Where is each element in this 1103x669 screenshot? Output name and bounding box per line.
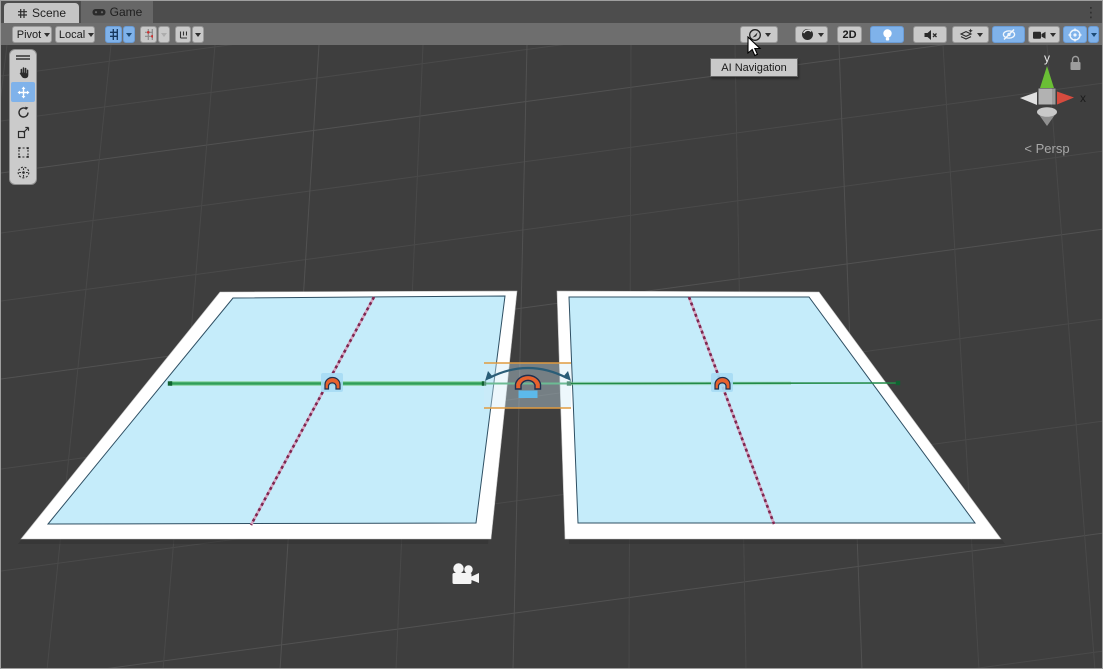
scale-icon [16, 125, 31, 140]
hand-tool-button[interactable] [11, 62, 35, 82]
chevron-down-icon [1091, 33, 1097, 37]
chevron-down-icon [126, 33, 132, 37]
hand-icon [16, 65, 31, 80]
projection-label[interactable]: < Persp [1015, 141, 1079, 156]
more-menu-icon[interactable]: ⋮ [1084, 2, 1096, 22]
grid-icon [109, 28, 118, 41]
view-lock-icon[interactable] [1071, 57, 1081, 71]
grid-visibility-button[interactable] [105, 26, 122, 43]
draw-mode-button[interactable] [795, 26, 828, 43]
gamepad-icon [92, 7, 106, 17]
tab-scene[interactable]: Scene [4, 3, 79, 23]
ruler-icon [179, 29, 187, 41]
scene-render [1, 45, 1102, 668]
tools-overlay[interactable] [9, 49, 37, 185]
chevron-down-icon [765, 33, 771, 37]
axis-y-cone[interactable] [1040, 66, 1054, 88]
gizmo-crosshair-icon [1067, 27, 1083, 43]
court-right[interactable] [557, 291, 1001, 539]
layers-sparkle-icon [959, 28, 974, 42]
tab-game-label: Game [110, 5, 143, 19]
tab-scene-label: Scene [32, 6, 66, 20]
rect-tool-icon [16, 145, 31, 160]
rotate-tool-button[interactable] [11, 102, 35, 122]
width-handle[interactable] [896, 381, 900, 385]
chevron-down-icon [977, 33, 983, 37]
pivot-label: Pivot [17, 29, 41, 41]
grid-visibility-dropdown[interactable] [123, 26, 135, 43]
axis-neg-x-cone[interactable] [1020, 92, 1037, 105]
mouse-cursor-icon [746, 36, 764, 60]
scene-grid-icon [17, 8, 28, 19]
chevron-down-icon [161, 33, 167, 37]
tab-game[interactable]: Game [81, 1, 153, 23]
local-label: Local [59, 29, 85, 41]
axis-x-label: x [1080, 91, 1086, 105]
navmesh-link-selection[interactable] [484, 363, 571, 408]
pivot-mode-button[interactable]: Pivot [12, 26, 52, 43]
video-camera-icon [1032, 28, 1047, 42]
chevron-down-icon [88, 33, 94, 37]
2d-view-button[interactable]: 2D [837, 26, 862, 43]
local-space-button[interactable]: Local [55, 26, 95, 43]
chevron-down-icon [818, 33, 824, 37]
grid-lines [1, 45, 1102, 668]
speaker-muted-icon [923, 28, 938, 42]
gizmo-center-cube [1052, 89, 1056, 105]
rotate-icon [16, 105, 31, 120]
audio-toggle-button[interactable] [913, 26, 947, 43]
grid-snap-button[interactable] [140, 26, 157, 43]
move-tool-button[interactable] [11, 82, 35, 102]
eye-slash-icon [1001, 27, 1017, 42]
chevron-down-icon [1050, 33, 1056, 37]
transform-icon [16, 165, 31, 180]
unity-scene-view-window: Scene Game ⋮ Pivot [0, 0, 1103, 669]
chevron-down-icon [44, 33, 50, 37]
navmesh-link-mini-icon[interactable] [711, 373, 733, 392]
snap-increment-dropdown[interactable] [192, 26, 204, 43]
camera-gizmo-icon[interactable] [453, 563, 480, 584]
scene-visibility-button[interactable] [992, 26, 1025, 43]
camera-settings-button[interactable] [1028, 26, 1060, 43]
gizmos-dropdown[interactable] [1088, 26, 1099, 43]
gizmos-toggle-button[interactable] [1063, 26, 1087, 43]
orientation-gizmo[interactable]: y x [1011, 49, 1095, 141]
grid-snap-icon [144, 28, 153, 41]
court-left[interactable] [21, 291, 517, 539]
snap-increment-button[interactable] [175, 26, 191, 43]
effects-toggle-button[interactable] [952, 26, 989, 43]
navmesh-link-mini-icon[interactable] [321, 373, 343, 392]
width-handle[interactable] [168, 381, 172, 385]
scale-tool-button[interactable] [11, 122, 35, 142]
lighting-toggle-button[interactable] [870, 26, 904, 43]
axis-neg-y-cone [1037, 107, 1057, 117]
shaded-sphere-icon [800, 27, 815, 42]
move-icon [16, 85, 31, 100]
axis-y-label: y [1044, 51, 1050, 65]
overlay-drag-handle-icon[interactable] [16, 55, 30, 60]
tooltip: AI Navigation [710, 58, 798, 77]
2d-label: 2D [842, 29, 856, 41]
light-bulb-icon [881, 28, 894, 42]
chevron-down-icon [195, 33, 201, 37]
axis-x-cone[interactable] [1057, 92, 1074, 105]
tooltip-text: AI Navigation [721, 62, 786, 74]
scene-toolbar: Pivot Local [1, 23, 1102, 45]
rect-tool-button[interactable] [11, 142, 35, 162]
grid-snap-dropdown[interactable] [158, 26, 170, 43]
transform-tool-button[interactable] [11, 162, 35, 182]
scene-viewport[interactable]: y x < Persp AI Navigation [1, 45, 1102, 668]
tab-strip: Scene Game ⋮ [1, 1, 1102, 23]
